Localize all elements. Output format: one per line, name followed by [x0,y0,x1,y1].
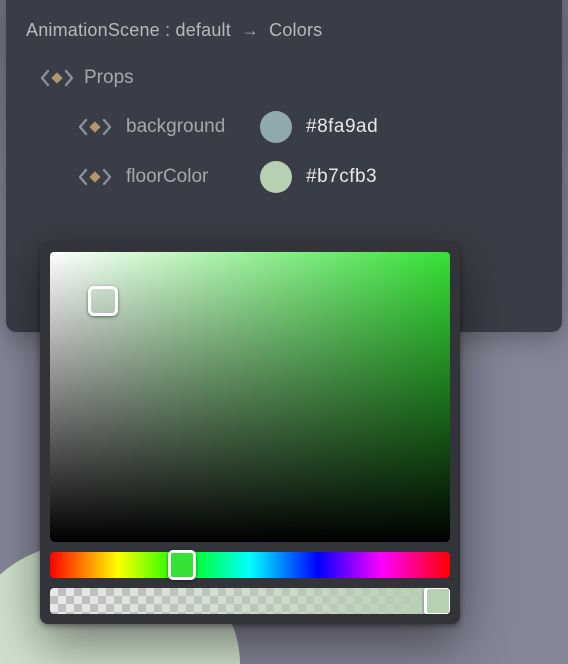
prop-row-background: background #8fa9ad [78,111,542,143]
color-swatch-background[interactable] [260,111,292,143]
alpha-slider[interactable] [50,588,450,614]
prop-label: floorColor [126,166,246,188]
chevron-right-icon: → [241,20,259,41]
section-header[interactable]: Props [40,67,542,89]
code-icon [78,168,112,186]
prop-row-floorcolor: floorColor #b7cfb3 [78,161,542,193]
color-swatch-floorcolor[interactable] [260,161,292,193]
code-icon [40,69,74,87]
hue-slider[interactable] [50,552,450,578]
code-icon [78,118,112,136]
hue-thumb[interactable] [168,550,196,580]
hex-value[interactable]: #8fa9ad [306,116,378,138]
color-picker [40,242,460,624]
breadcrumb-current: Colors [269,20,322,41]
breadcrumb: AnimationScene : default → Colors [26,20,542,41]
breadcrumb-scene[interactable]: AnimationScene : default [26,20,231,41]
prop-label: background [126,116,246,138]
hex-value[interactable]: #b7cfb3 [306,166,377,188]
alpha-thumb[interactable] [424,588,450,614]
section-title: Props [84,67,134,89]
sv-thumb[interactable] [88,286,118,316]
alpha-gradient [50,588,450,614]
saturation-value-area[interactable] [50,252,450,542]
